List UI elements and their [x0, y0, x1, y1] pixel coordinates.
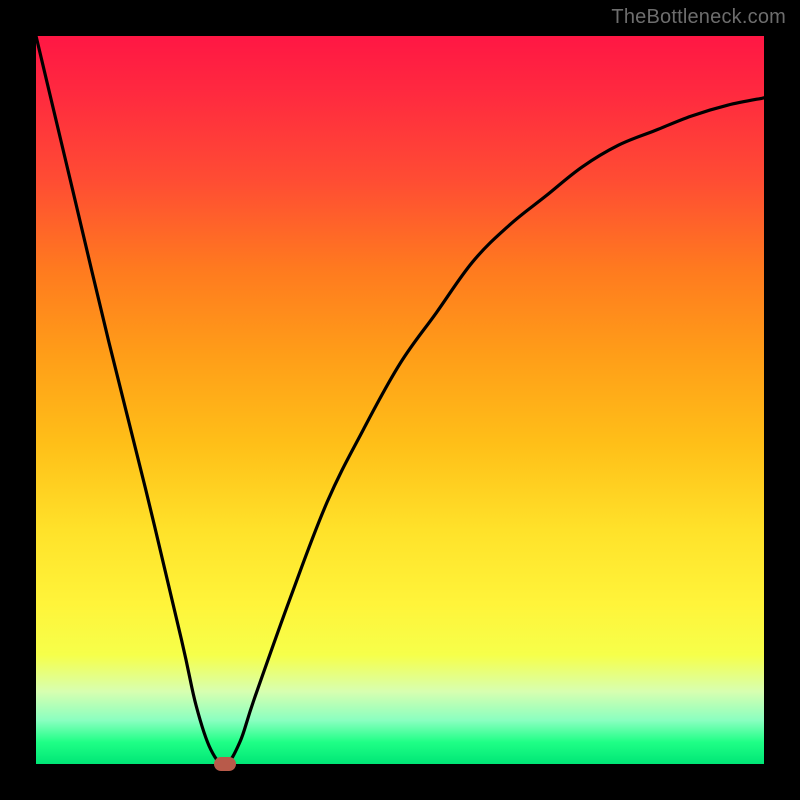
attribution-text: TheBottleneck.com [611, 6, 786, 29]
min-marker [214, 757, 236, 771]
plot-area [36, 36, 764, 764]
bottleneck-curve [36, 36, 764, 764]
chart-frame: TheBottleneck.com [0, 0, 800, 800]
